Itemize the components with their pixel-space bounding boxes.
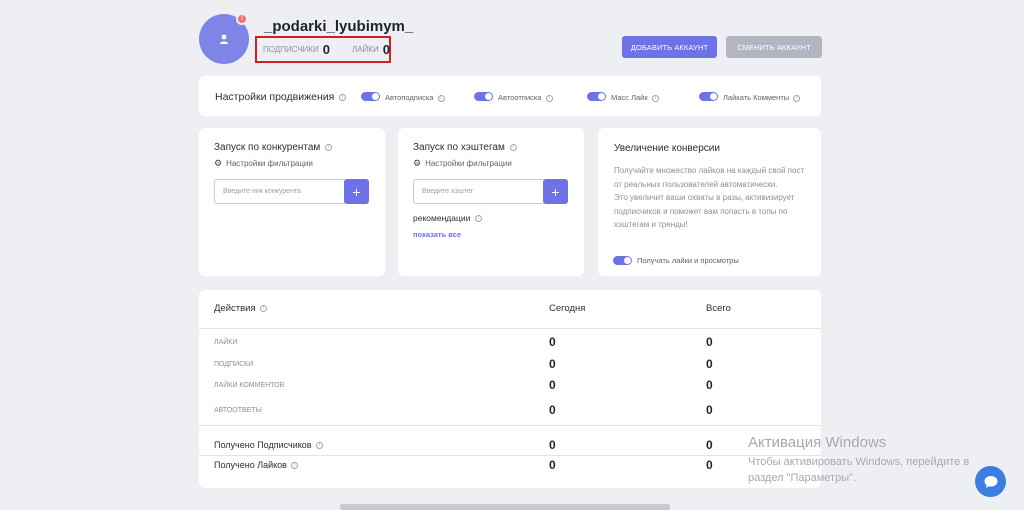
chat-icon xyxy=(984,475,997,488)
actions-header: Действия i xyxy=(214,303,268,314)
table-cell-today: 0 xyxy=(549,438,556,452)
hashtags-title: Запуск по хэштегам i xyxy=(413,142,517,153)
table-row-label: ПОДПИСКИ xyxy=(214,361,254,368)
hashtags-filter-link[interactable]: ⚙ Настройки фильтрации xyxy=(413,158,512,169)
actions-card xyxy=(199,290,821,488)
autounfollow-toggle[interactable] xyxy=(474,92,493,101)
today-header: Сегодня xyxy=(549,303,586,314)
conversion-description: Получайте множество лайков на каждый сво… xyxy=(614,166,805,229)
user-icon xyxy=(219,34,229,44)
notification-badge[interactable]: ! xyxy=(236,13,248,25)
info-icon[interactable]: i xyxy=(260,304,268,312)
conversion-toggle[interactable] xyxy=(613,256,632,265)
autounfollow-label: Автоотписка i xyxy=(498,93,553,102)
competitors-title: Запуск по конкурентам i xyxy=(214,142,333,153)
table-cell-total: 0 xyxy=(706,357,713,371)
info-icon[interactable]: i xyxy=(325,143,333,151)
conversion-toggle-label: Получать лайки и просмотры xyxy=(637,256,739,265)
like-comments-label: Лайкать Комменты i xyxy=(723,93,801,102)
table-cell-total: 0 xyxy=(706,403,713,417)
info-icon[interactable]: i xyxy=(509,143,517,151)
likes-label: ЛАЙКИ xyxy=(351,45,379,54)
info-icon[interactable]: i xyxy=(339,93,347,101)
followers-count: 0 xyxy=(322,42,330,57)
followers-label: ПОДПИСЧИКИ xyxy=(263,45,319,54)
info-icon[interactable]: i xyxy=(651,94,659,102)
mass-like-toggle[interactable] xyxy=(587,92,606,101)
info-icon[interactable]: i xyxy=(793,94,801,102)
mass-like-label: Масс Лайк i xyxy=(611,93,659,102)
received-followers-label: Получено Подписчиков i xyxy=(214,440,324,450)
table-cell-today: 0 xyxy=(549,378,556,392)
received-likes-label: Получено Лайков i xyxy=(214,460,299,470)
gear-icon: ⚙ xyxy=(413,158,422,168)
info-icon[interactable]: i xyxy=(291,462,299,470)
profile-stats: ПОДПИСЧИКИ 0 ЛАЙКИ 0 xyxy=(255,36,391,63)
table-divider xyxy=(199,455,821,456)
table-cell-today: 0 xyxy=(549,458,556,472)
add-hashtag-button[interactable]: + xyxy=(543,179,568,204)
table-row-label: ЛАЙКИ xyxy=(214,339,238,346)
table-row-label: ЛАЙКИ КОММЕНТОВ xyxy=(214,382,285,389)
info-icon[interactable]: i xyxy=(545,94,553,102)
likes-count: 0 xyxy=(382,42,390,57)
table-cell-total: 0 xyxy=(706,438,713,452)
table-cell-total: 0 xyxy=(706,458,713,472)
table-cell-today: 0 xyxy=(549,335,556,349)
hashtag-input[interactable]: Введите хэштег xyxy=(413,179,545,204)
autofollow-toggle[interactable] xyxy=(361,92,380,101)
like-comments-toggle[interactable] xyxy=(699,92,718,101)
promotion-settings-title: Настройки продвижения i xyxy=(215,91,347,103)
footer-peek xyxy=(340,504,670,510)
recommendations-label: рекомендации i xyxy=(413,213,482,223)
table-cell-today: 0 xyxy=(549,357,556,371)
competitor-input[interactable]: Введите ник конкурента xyxy=(214,179,346,204)
conversion-title: Увеличение конверсии xyxy=(614,143,720,154)
autofollow-label: Автоподписка i xyxy=(385,93,445,102)
activation-watermark-text: Чтобы активировать Windows, перейдите в … xyxy=(748,456,970,484)
table-cell-today: 0 xyxy=(549,403,556,417)
table-row-label: АВТООТВЕТЫ xyxy=(214,407,262,414)
competitors-filter-link[interactable]: ⚙ Настройки фильтрации xyxy=(214,158,313,169)
add-account-button[interactable]: ДОБАВИТЬ АККАУНТ xyxy=(622,36,717,58)
table-cell-total: 0 xyxy=(706,335,713,349)
info-icon[interactable]: i xyxy=(437,94,445,102)
table-divider xyxy=(199,425,821,426)
info-icon[interactable]: i xyxy=(474,215,482,223)
promotion-settings-label: Настройки продвижения xyxy=(215,91,335,103)
gear-icon: ⚙ xyxy=(214,158,223,168)
switch-account-button[interactable]: СМЕНИТЬ АККАУНТ xyxy=(726,36,822,58)
show-all-link[interactable]: показать все xyxy=(413,230,461,239)
username: _podarki_lyubimym_ xyxy=(264,18,414,35)
info-icon[interactable]: i xyxy=(316,442,324,450)
chat-button[interactable] xyxy=(975,466,1006,497)
activation-watermark-title: Активация Windows xyxy=(748,434,887,451)
add-competitor-button[interactable]: + xyxy=(344,179,369,204)
table-cell-total: 0 xyxy=(706,378,713,392)
total-header: Всего xyxy=(706,303,731,314)
table-divider xyxy=(199,328,821,329)
